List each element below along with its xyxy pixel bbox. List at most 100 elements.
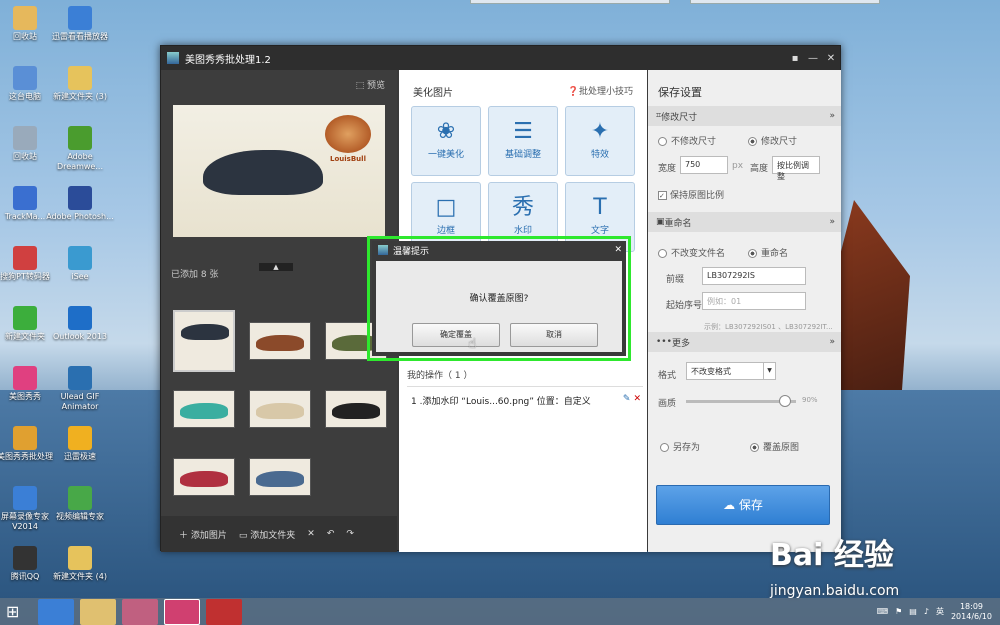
format-select[interactable]: 不改变格式 ▼ [686, 362, 776, 380]
tool-3-button[interactable]: ✦ 特效 [565, 106, 635, 176]
thumbnail[interactable] [249, 322, 311, 360]
ie-icon[interactable] [38, 598, 74, 625]
save-settings-panel: 保存设置 ⌗ 修改尺寸» 不修改尺寸 修改尺寸 宽度 750 px 高度 按比例… [648, 70, 841, 552]
tool-label: 特效 [590, 150, 609, 160]
no-resize-label: 不修改尺寸 [671, 137, 717, 147]
desktop-icon-image [13, 186, 37, 210]
close-button[interactable]: ✕ [822, 53, 840, 64]
save-button[interactable]: ☁ 保存 [656, 485, 830, 525]
divider [407, 386, 643, 387]
keep-name-radio[interactable]: 不改变文件名 [658, 246, 725, 259]
baidu-url: jingyan.baidu.com [770, 583, 900, 599]
desktop-icon[interactable]: Ulead GIF Animator [45, 366, 115, 412]
help-icon: ❓ [567, 87, 579, 97]
ime-indicator[interactable]: 英 [936, 606, 944, 617]
collapse-arrow-icon[interactable]: ▲ [259, 263, 293, 271]
rename-radio[interactable]: 重命名 [748, 246, 788, 259]
thumbnail[interactable] [325, 390, 387, 428]
desktop-icon-image [13, 546, 37, 570]
tool-1-button[interactable]: ❀ 一键美化 [411, 106, 481, 176]
meitu-batch-icon[interactable] [164, 598, 200, 625]
rename-example: 示例：LB307292IS01 、LB307292IT... [704, 323, 833, 331]
network-icon[interactable]: ▤ [909, 607, 917, 616]
overwrite-radio[interactable]: 覆盖原图 [750, 440, 799, 453]
add-folder-button[interactable]: ▭ 添加文件夹 [239, 528, 295, 541]
slider-knob[interactable] [779, 395, 791, 407]
dots-icon: ••• [656, 337, 672, 347]
resize-section-label: 修改尺寸 [661, 112, 698, 123]
desktop-icon-image [13, 306, 37, 330]
image-panel: ⬚ 预览 LouisBull ▲ 已添加 8 张 🗑 ＋ 添加图片 ▭ 添加文件… [161, 70, 397, 552]
preview-button[interactable]: ⬚ 预览 [356, 78, 385, 91]
start-number-input[interactable]: 例如：01 [702, 292, 806, 310]
tool-label: 边框 [436, 226, 455, 236]
prefix-input[interactable]: LB307292IS [702, 267, 806, 285]
tool-label: 基础调整 [504, 150, 541, 160]
width-input[interactable]: 750 [680, 156, 728, 174]
save-as-radio[interactable]: 另存为 [660, 440, 700, 453]
delete-icon[interactable]: ✕ [307, 529, 315, 539]
desktop-icon-image [68, 186, 92, 210]
tips-link[interactable]: ❓批处理小技巧 [568, 84, 633, 97]
shoe-thumbnail-image [180, 471, 228, 487]
keyboard-icon[interactable]: ⌨ [877, 607, 889, 616]
tool-icon: T [593, 195, 607, 220]
redo-icon[interactable]: ↷ [346, 529, 354, 539]
tool-label: 一键美化 [427, 150, 464, 160]
left-footer: ＋ 添加图片 ▭ 添加文件夹 ✕ ↶ ↷ [161, 516, 397, 552]
no-resize-radio[interactable]: 不修改尺寸 [658, 134, 716, 147]
desktop-icon[interactable]: 迅雷看看播放器 [45, 6, 115, 42]
tool-2-button[interactable]: ☰ 基础调整 [488, 106, 558, 176]
explorer-icon[interactable] [80, 598, 116, 625]
add-image-button[interactable]: ＋ 添加图片 [179, 528, 227, 541]
thumbnail[interactable] [173, 458, 235, 496]
clock[interactable]: 18:09 2014/6/10 [951, 602, 992, 622]
thumbnail[interactable] [249, 458, 311, 496]
thumbnail[interactable] [249, 390, 311, 428]
desktop-icon[interactable]: 视频编辑专家 [45, 486, 115, 522]
desktop-icon-label: 新建文件夹 (3) [53, 92, 107, 101]
resize-radio[interactable]: 修改尺寸 [748, 134, 797, 147]
desktop-icon-image [68, 126, 92, 150]
dialog-close-icon[interactable]: ✕ [614, 245, 622, 255]
confirm-overwrite-button[interactable]: 确定覆盖 [412, 323, 500, 347]
desktop-icon[interactable]: Outlook 2013 [45, 306, 115, 342]
windows-start-icon[interactable]: ⊞ [6, 602, 32, 622]
minimize-button[interactable]: — [804, 53, 822, 64]
resize-section[interactable]: ⌗ 修改尺寸» [648, 106, 841, 126]
skin-button[interactable]: ▪ [786, 53, 804, 64]
desktop-icon[interactable]: Adobe Photosh... [45, 186, 115, 222]
height-input[interactable]: 按比例调整 [772, 156, 820, 181]
shoe-thumbnail-image [256, 335, 304, 351]
shoe-thumbnail-image [180, 403, 228, 419]
highlight-frame: 温馨提示 ✕ 确认覆盖原图? 确定覆盖 取消 [367, 236, 631, 361]
desktop-icon[interactable]: iSee [45, 246, 115, 282]
volume-icon[interactable]: ♪ [924, 607, 929, 616]
rename-section[interactable]: ▣ 重命名 » [648, 212, 841, 232]
cancel-button[interactable]: 取消 [510, 323, 598, 347]
rename-section-label: 重命名 [664, 218, 692, 229]
meitu-icon[interactable] [122, 598, 158, 625]
edit-icon[interactable]: ✎ [623, 394, 631, 407]
tool-label: 水印 [513, 226, 532, 236]
desktop-icon[interactable]: 新建文件夹 (4) [45, 546, 115, 582]
thumbnail[interactable] [173, 310, 235, 372]
dialog-titlebar: 温馨提示 ✕ [372, 241, 626, 259]
undo-icon[interactable]: ↶ [327, 529, 335, 539]
more-section[interactable]: ••• 更多 » [648, 332, 841, 352]
tips-label: 批处理小技巧 [578, 87, 633, 97]
desktop-icon[interactable]: Adobe Dreamwe... [45, 126, 115, 172]
recorder-icon[interactable] [206, 598, 242, 625]
thumbnail[interactable] [173, 390, 235, 428]
operation-item[interactable]: 1 .添加水印 “Louis...60.png” 位置：自定义 ✎ ✕ [411, 394, 641, 407]
system-tray: ⌨ ⚑ ▤ ♪ 英 18:09 2014/6/10 [877, 602, 1000, 622]
quality-slider[interactable] [686, 395, 796, 407]
desktop-icon[interactable]: 迅雷极速 [45, 426, 115, 462]
remove-icon[interactable]: ✕ [633, 394, 641, 407]
desktop-icon-image [13, 126, 37, 150]
keep-ratio-checkbox[interactable]: ✓ 保持原图比例 [658, 188, 724, 201]
desktop-icon-image [13, 426, 37, 450]
desktop-icon-label: Adobe Dreamwe... [57, 152, 103, 171]
desktop-icon[interactable]: 新建文件夹 (3) [45, 66, 115, 102]
flag-icon[interactable]: ⚑ [895, 607, 902, 616]
